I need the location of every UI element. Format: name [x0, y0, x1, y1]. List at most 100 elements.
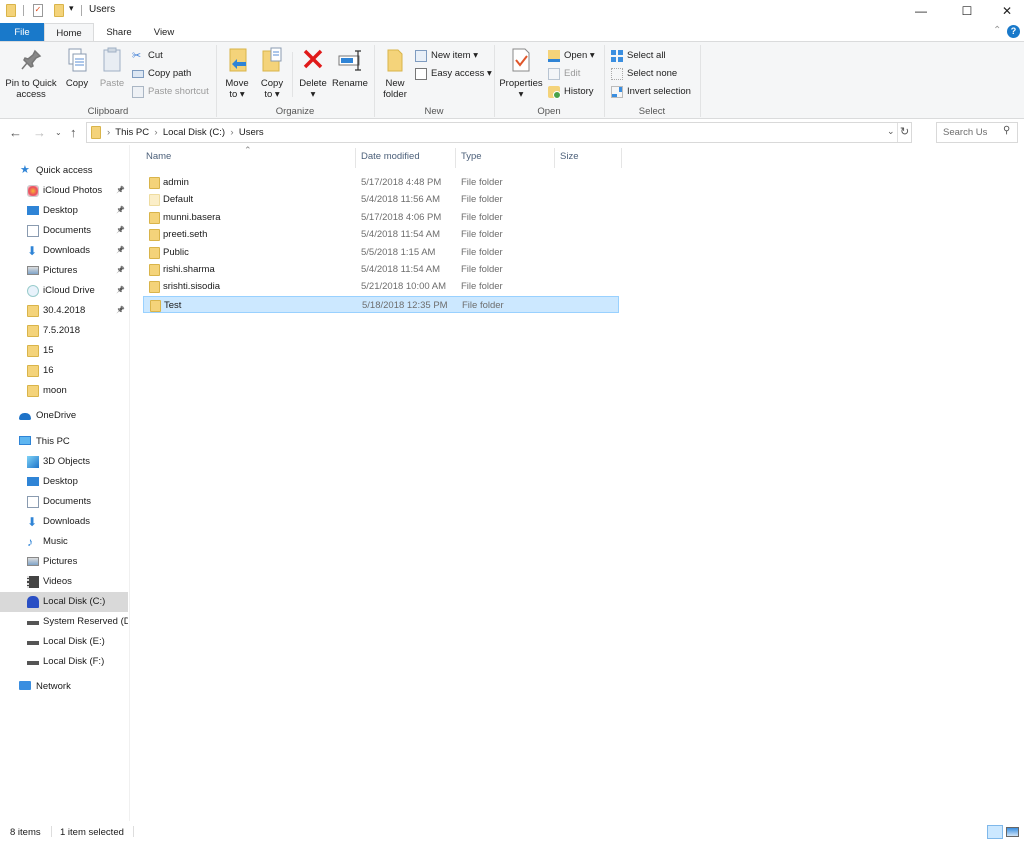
- minimize-button[interactable]: —: [898, 0, 944, 22]
- maximize-button[interactable]: ☐: [944, 0, 990, 22]
- column-type[interactable]: Type: [461, 151, 482, 162]
- file-row[interactable]: Public 5/5/2018 1:15 AM File folder: [143, 244, 619, 261]
- column-divider[interactable]: [455, 148, 456, 168]
- folder-icon: [27, 365, 39, 377]
- nav-this-pc-item[interactable]: ⬇ Downloads: [0, 512, 128, 532]
- move-to-button[interactable]: Move to ▾: [222, 46, 252, 100]
- tab-share[interactable]: Share: [96, 23, 142, 42]
- copy-button[interactable]: Copy: [62, 46, 92, 89]
- nav-this-pc-item[interactable]: Pictures: [0, 552, 128, 572]
- up-arrow-icon[interactable]: ↑: [70, 125, 77, 140]
- nav-this-pc-item[interactable]: Desktop: [0, 472, 128, 492]
- open-button[interactable]: Open ▾: [548, 48, 595, 64]
- nav-quick-access-item[interactable]: moon: [0, 381, 128, 401]
- pin-icon[interactable]: 📌: [116, 201, 125, 221]
- pin-icon[interactable]: 📌: [116, 261, 125, 281]
- edit-button[interactable]: Edit: [548, 66, 580, 82]
- nav-quick-access[interactable]: ★ Quick access: [0, 161, 128, 181]
- column-date-modified[interactable]: Date modified: [361, 151, 420, 162]
- easy-access-button[interactable]: Easy access ▾: [415, 66, 492, 82]
- tab-view[interactable]: View: [142, 23, 186, 42]
- new-folder-qat-icon[interactable]: [54, 4, 64, 17]
- pin-to-quick-access-button[interactable]: Pin to Quick access: [2, 46, 60, 100]
- nav-quick-access-item[interactable]: 30.4.2018 📌: [0, 301, 128, 321]
- tab-file[interactable]: File: [0, 23, 44, 42]
- desktop-icon: [27, 206, 39, 215]
- address-bar[interactable]: › This PC › Local Disk (C:) › Users ⌄ ↻: [86, 122, 912, 143]
- pin-icon[interactable]: 📌: [116, 281, 125, 301]
- nav-this-pc-item[interactable]: ♪ Music: [0, 532, 128, 552]
- close-button[interactable]: ✕: [990, 0, 1024, 22]
- nav-this-pc-item[interactable]: 3D Objects: [0, 452, 128, 472]
- nav-quick-access-item[interactable]: iCloud Photos 📌: [0, 181, 128, 201]
- delete-button[interactable]: Delete ▾: [297, 46, 329, 100]
- nav-this-pc-item[interactable]: Local Disk (F:): [0, 652, 128, 672]
- nav-quick-access-item[interactable]: iCloud Drive 📌: [0, 281, 128, 301]
- forward-arrow-icon[interactable]: →: [33, 125, 46, 140]
- properties-dropdown-icon[interactable]: ▾: [498, 89, 544, 100]
- column-size[interactable]: Size: [560, 151, 578, 162]
- help-icon[interactable]: ?: [1007, 25, 1020, 38]
- select-all-button[interactable]: Select all: [611, 48, 666, 64]
- customize-qat-icon[interactable]: ▾: [69, 3, 74, 14]
- file-row[interactable]: Default 5/4/2018 11:56 AM File folder: [143, 191, 619, 208]
- history-button[interactable]: History: [548, 84, 594, 100]
- file-row[interactable]: rishi.sharma 5/4/2018 11:54 AM File folder: [143, 261, 619, 278]
- breadcrumb-users[interactable]: Users: [239, 127, 264, 138]
- properties-button[interactable]: Properties ▾: [498, 46, 544, 100]
- recent-locations-icon[interactable]: ⌄: [55, 128, 62, 137]
- pin-icon[interactable]: 📌: [116, 221, 125, 241]
- file-row[interactable]: Test 5/18/2018 12:35 PM File folder: [143, 295, 619, 313]
- pin-icon[interactable]: 📌: [116, 241, 125, 261]
- copy-to-button[interactable]: Copy to ▾: [257, 46, 287, 100]
- large-icons-view-icon[interactable]: [1006, 827, 1019, 837]
- search-input[interactable]: Search Us ⚲: [936, 122, 1018, 143]
- nav-this-pc-item[interactable]: Documents: [0, 492, 128, 512]
- collapse-ribbon-icon[interactable]: ⌃: [993, 25, 1001, 36]
- nav-this-pc-item[interactable]: Local Disk (E:): [0, 632, 128, 652]
- properties-qat-icon[interactable]: ✓: [33, 4, 43, 17]
- paste-shortcut-button[interactable]: Paste shortcut: [132, 84, 209, 100]
- nav-quick-access-item[interactable]: Desktop 📌: [0, 201, 128, 221]
- paste-button[interactable]: Paste: [96, 46, 128, 89]
- nav-quick-access-item[interactable]: ⬇ Downloads 📌: [0, 241, 128, 261]
- back-arrow-icon[interactable]: ←: [9, 125, 22, 140]
- refresh-icon[interactable]: ↻: [900, 125, 909, 138]
- column-divider[interactable]: [621, 148, 622, 168]
- delete-dropdown-icon[interactable]: ▾: [297, 89, 329, 100]
- new-folder-button[interactable]: New folder: [380, 46, 410, 100]
- nav-this-pc-item[interactable]: System Reserved (D: [0, 612, 128, 632]
- file-row[interactable]: preeti.seth 5/4/2018 11:54 AM File folder: [143, 226, 619, 243]
- breadcrumb-local-disk-c[interactable]: Local Disk (C:): [163, 127, 225, 138]
- select-none-button[interactable]: Select none: [611, 66, 677, 82]
- copy-path-button[interactable]: Copy path: [132, 66, 191, 82]
- nav-quick-access-item[interactable]: Documents 📌: [0, 221, 128, 241]
- file-date-modified: 5/4/2018 11:54 AM: [361, 229, 441, 241]
- column-divider[interactable]: [355, 148, 356, 168]
- pin-icon[interactable]: 📌: [116, 181, 125, 201]
- nav-quick-access-item[interactable]: 15: [0, 341, 128, 361]
- nav-this-pc-item[interactable]: Videos: [0, 572, 128, 592]
- address-dropdown-icon[interactable]: ⌄: [887, 126, 895, 137]
- new-folder-icon: [382, 46, 408, 74]
- file-row[interactable]: munni.basera 5/17/2018 4:06 PM File folder: [143, 209, 619, 226]
- nav-this-pc-item[interactable]: Local Disk (C:): [0, 592, 128, 612]
- tab-home[interactable]: Home: [44, 23, 94, 42]
- nav-quick-access-item[interactable]: 16: [0, 361, 128, 381]
- nav-onedrive[interactable]: OneDrive: [0, 406, 128, 426]
- nav-quick-access-item[interactable]: 7.5.2018: [0, 321, 128, 341]
- rename-button[interactable]: Rename: [332, 46, 368, 89]
- pin-icon[interactable]: 📌: [116, 301, 125, 321]
- details-view-icon[interactable]: [987, 825, 1003, 839]
- cut-button[interactable]: ✂ Cut: [132, 48, 163, 64]
- invert-selection-button[interactable]: Invert selection: [611, 84, 691, 100]
- nav-network[interactable]: Network: [0, 677, 128, 697]
- column-name[interactable]: Name: [146, 151, 171, 162]
- column-divider[interactable]: [554, 148, 555, 168]
- file-row[interactable]: admin 5/17/2018 4:48 PM File folder: [143, 174, 619, 191]
- file-row[interactable]: srishti.sisodia 5/21/2018 10:00 AM File fo…: [143, 278, 619, 295]
- new-item-button[interactable]: New item ▾: [415, 48, 478, 64]
- nav-quick-access-item[interactable]: Pictures 📌: [0, 261, 128, 281]
- breadcrumb-this-pc[interactable]: This PC: [115, 127, 149, 138]
- nav-this-pc[interactable]: This PC: [0, 432, 128, 452]
